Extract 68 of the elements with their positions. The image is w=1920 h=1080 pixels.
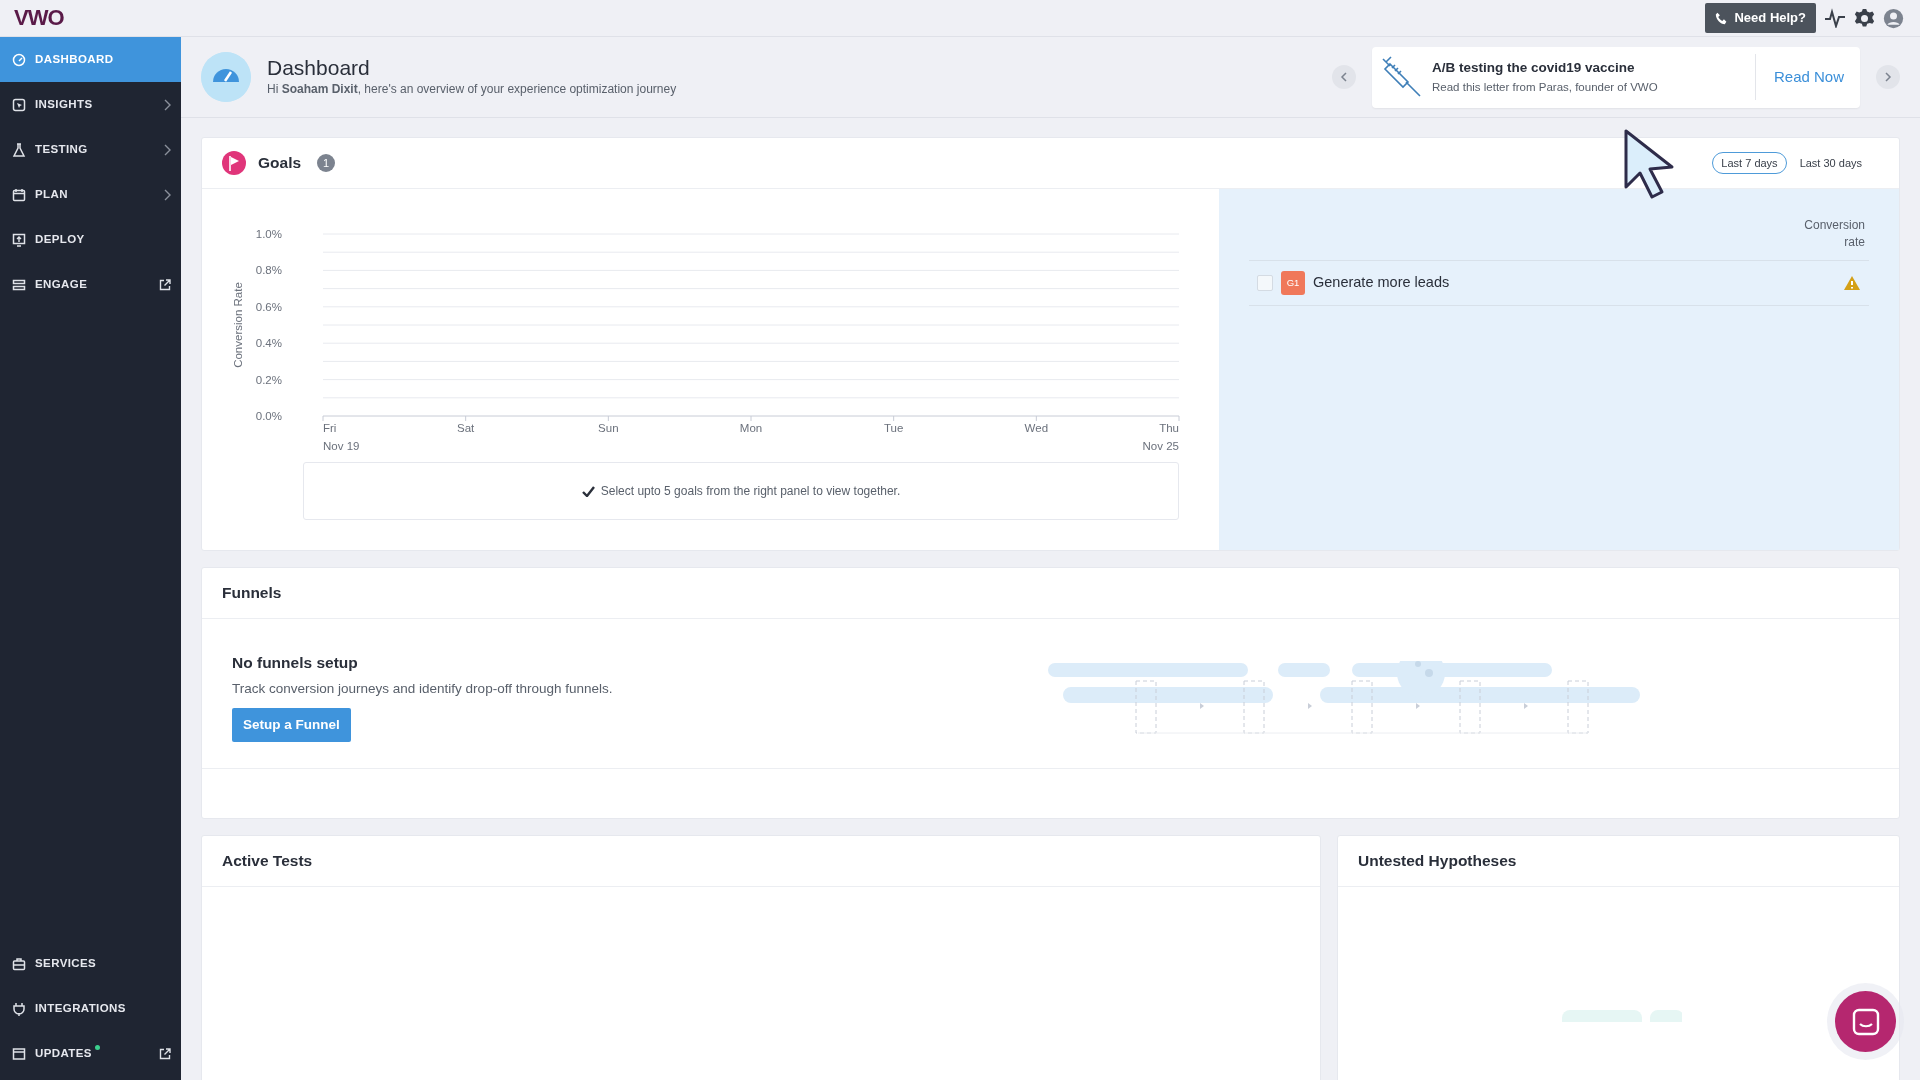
section-title: Active Tests (222, 851, 313, 872)
sidebar-item[interactable]: ENGAGE (0, 262, 181, 307)
read-now-link[interactable]: Read Now (1754, 54, 1860, 100)
chevron-left-icon (1340, 72, 1348, 82)
external-link-icon (159, 1047, 171, 1060)
greeting-text: Hi Soaham Dixit, here's an overview of your experience optimization journey (267, 80, 677, 98)
section-title: Funnels (222, 583, 282, 604)
calendar-icon (12, 187, 26, 202)
external-link-icon (159, 278, 171, 291)
goal-name[interactable]: Generate more leads (1313, 271, 1835, 294)
chevron-right-icon (164, 188, 171, 201)
briefcase-icon (12, 956, 26, 971)
vwo-logo[interactable]: VWO (14, 7, 64, 29)
banner-title: A/B testing the covid19 vaccine (1432, 59, 1636, 78)
column-header: Conversion rate (1803, 217, 1866, 252)
window-icon (12, 1046, 26, 1061)
x-tick-label: Sat (457, 422, 475, 434)
x-tick-label: Tue (883, 422, 904, 434)
x-tick-label: Fri Nov 19 (323, 422, 360, 452)
plug-icon (12, 1001, 26, 1016)
monitor-icon (12, 232, 26, 247)
previous-button[interactable] (1332, 65, 1356, 89)
count-badge: 1 (317, 154, 336, 172)
chat-icon (1850, 1006, 1881, 1037)
cursor-icon (12, 97, 26, 112)
next-button[interactable] (1876, 65, 1900, 89)
y-tick-label: 0.8% (255, 264, 282, 277)
sidebar-item[interactable]: PLAN (0, 172, 181, 217)
phone-icon (1715, 11, 1729, 25)
settings-icon[interactable] (1854, 7, 1875, 29)
need-help-button[interactable]: Need Help? (1705, 3, 1816, 33)
y-tick-label: 0.6% (255, 300, 282, 313)
x-tick-label: Sun (598, 422, 619, 434)
banner-subtitle: Read this letter from Paras, founder of VWO (1432, 79, 1659, 95)
flask-icon (12, 142, 26, 157)
page-title: Dashboard (267, 56, 371, 80)
x-tick-label: Wed (1024, 422, 1049, 434)
activity-icon[interactable] (1824, 8, 1846, 28)
x-tick-label: Thu Nov 25 (1142, 422, 1179, 452)
y-tick-label: 0.0% (255, 410, 282, 422)
sidebar-item[interactable]: DEPLOY (0, 217, 181, 262)
section-title: Untested Hypotheses (1358, 851, 1517, 872)
x-tick-label: Mon (739, 422, 763, 434)
empty-state-title: No funnels setup (232, 653, 359, 673)
goal-checkbox[interactable] (1257, 274, 1273, 291)
empty-state-text: Track conversion journeys and identify drop-off through funnels. (232, 680, 614, 699)
check-icon (581, 485, 595, 497)
hint-message: Select upto 5 goals from the right panel to view together. (303, 462, 1179, 520)
chevron-right-icon (1884, 72, 1892, 82)
sidebar-item[interactable]: TESTING (0, 127, 181, 172)
chevron-right-icon (164, 98, 171, 111)
gauge-icon (201, 52, 251, 102)
chevron-right-icon (164, 143, 171, 156)
sidebar-item[interactable]: SERVICES (0, 941, 181, 986)
y-axis-label: Conversion Rate (232, 282, 244, 368)
y-tick-label: 0.2% (255, 373, 282, 386)
goal-tag: G1 (1281, 270, 1305, 295)
sidebar-item[interactable]: INTEGRATIONS (0, 986, 181, 1031)
date-range-tab[interactable]: Last 30 days (1790, 151, 1871, 175)
y-tick-label: 0.4% (255, 337, 282, 350)
gauge-icon (12, 52, 26, 67)
user-avatar-icon[interactable] (1883, 7, 1904, 29)
y-tick-label: 1.0% (255, 228, 282, 240)
stack-icon (12, 277, 26, 292)
section-title: Goals (258, 153, 302, 174)
sidebar-item[interactable]: UPDATES (0, 1031, 181, 1076)
goal-flag-icon (222, 151, 246, 175)
sidebar-item[interactable]: INSIGHTS (0, 82, 181, 127)
